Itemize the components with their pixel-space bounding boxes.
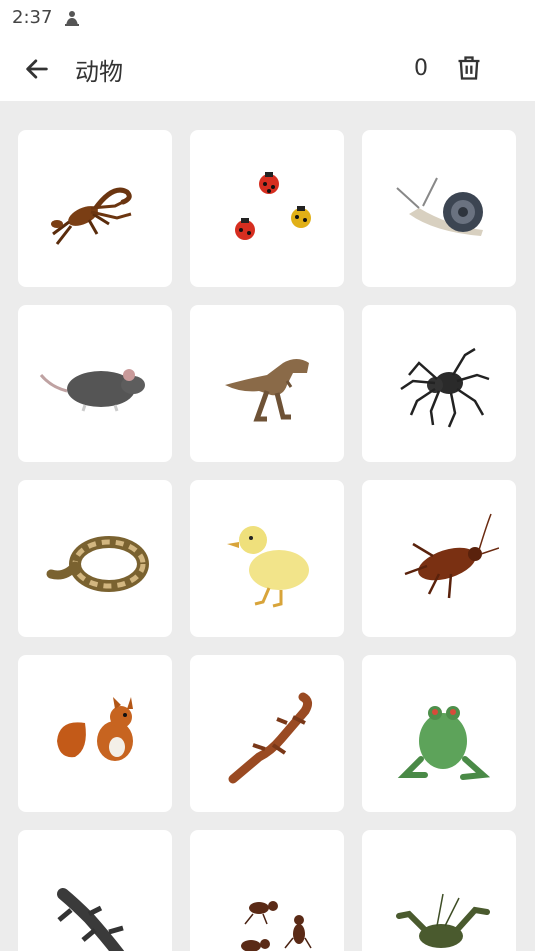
animal-card[interactable]	[362, 480, 516, 637]
selection-count: 0	[414, 56, 428, 81]
gecko-icon	[57, 887, 125, 951]
animal-card[interactable]	[190, 130, 344, 287]
animal-card[interactable]	[18, 655, 172, 812]
cockroach-icon	[404, 513, 499, 598]
animal-card[interactable]	[190, 305, 344, 462]
trash-icon	[458, 56, 480, 80]
status-time: 2:37	[12, 7, 53, 28]
t-rex-icon	[225, 358, 309, 421]
lizard-icon	[228, 692, 313, 783]
snail-icon	[396, 177, 483, 236]
crayfish-icon	[396, 893, 490, 948]
animal-card[interactable]	[362, 130, 516, 287]
arrow-left-icon	[26, 59, 48, 79]
squirrel-icon	[57, 696, 133, 761]
animal-card[interactable]	[190, 830, 344, 951]
app-notification-icon	[62, 9, 82, 29]
animal-card[interactable]	[18, 305, 172, 462]
back-button[interactable]	[20, 52, 54, 86]
scorpion-icon	[51, 187, 132, 245]
snake-icon	[46, 535, 149, 592]
rat-icon	[39, 368, 145, 411]
frog-icon	[397, 705, 491, 780]
duckling-icon	[227, 525, 309, 607]
ladybugs-icon	[235, 171, 311, 240]
animal-card[interactable]	[190, 480, 344, 637]
animal-card[interactable]	[362, 305, 516, 462]
ants-icon	[241, 900, 312, 951]
animal-card[interactable]	[18, 130, 172, 287]
delete-button[interactable]	[452, 51, 486, 85]
animal-card[interactable]	[18, 830, 172, 951]
animal-card[interactable]	[362, 830, 516, 951]
app-bar: 动物 0	[0, 36, 535, 101]
page-title: 动物	[75, 58, 123, 86]
animal-card[interactable]	[362, 655, 516, 812]
animal-card[interactable]	[190, 655, 344, 812]
spider-icon	[400, 347, 490, 427]
status-bar: 2:37	[0, 0, 535, 36]
animal-card[interactable]	[18, 480, 172, 637]
